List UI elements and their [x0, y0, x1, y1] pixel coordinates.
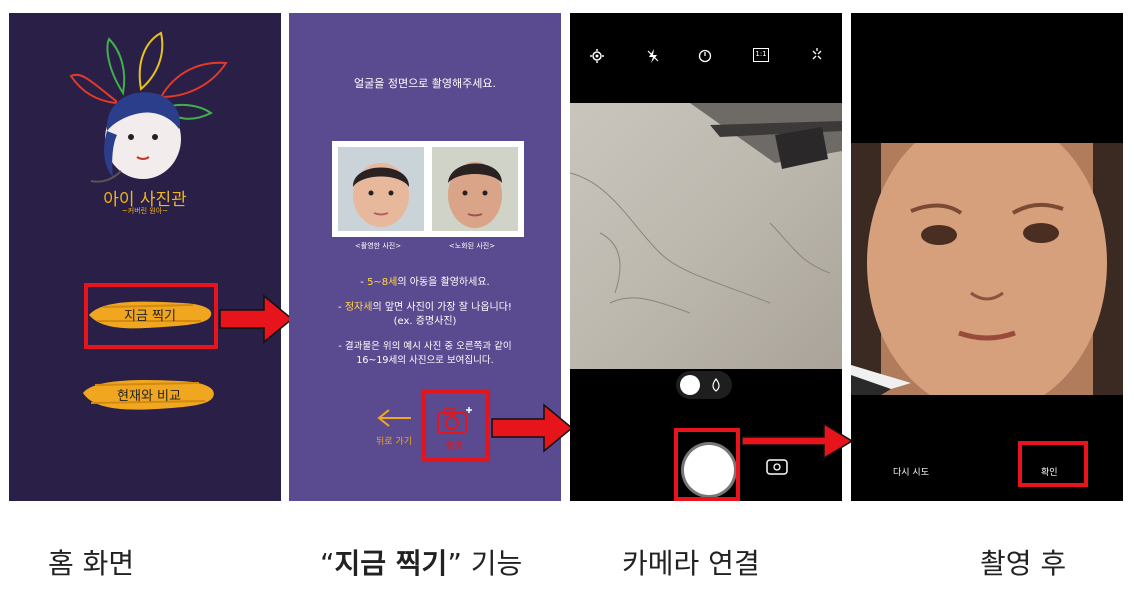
app-logo [69, 31, 228, 183]
retry-button[interactable]: 다시 시도 [893, 465, 929, 478]
camera-viewfinder [570, 103, 842, 369]
caption-take-now-open-quote: “ [320, 547, 335, 580]
caption-after-shot: 촬영 후 [980, 547, 1067, 580]
tip-posture-example: (ex. 증명사진) [393, 316, 457, 327]
highlight-confirm [1018, 441, 1088, 487]
example-photo-aged [432, 147, 518, 231]
flow-arrow-1 [219, 294, 294, 344]
caption-take-now-bold: 지금 찍기 [334, 547, 448, 580]
ratio-1-1-icon[interactable]: 1:1 [753, 48, 769, 62]
flow-arrow-2 [491, 403, 574, 453]
highlight-shutter [674, 428, 740, 501]
flash-off-icon[interactable] [647, 49, 659, 63]
tip-result-line1: - 결과물은 위의 예시 사진 중 오른쪽과 같이 [338, 341, 512, 352]
captured-photo [851, 143, 1123, 395]
compare-label: 현재와 비교 [117, 389, 181, 404]
normal-lens-icon[interactable] [709, 378, 723, 392]
sparkle-icon[interactable] [810, 48, 824, 62]
back-label: 뒤로 가기 [376, 437, 412, 447]
caption-before: <촬영한 사진> [354, 242, 402, 250]
instruction-heading: 얼굴을 정면으로 촬영해주세요. [353, 77, 497, 90]
home-screen: 아이 사진관 ~커버린 원아~ 지금 찍기 현재와 비교 [9, 13, 281, 501]
example-photos [332, 141, 524, 237]
tip-age-suffix: 의 아동을 촬영하세요. [397, 277, 490, 288]
settings-icon[interactable] [590, 49, 604, 63]
caption-take-now-suffix: ” 기능 [447, 547, 523, 580]
timer-off-icon[interactable] [698, 49, 714, 63]
flow-arrow-3 [741, 422, 854, 460]
tip-result-line2: 16~19세의 사진으로 보여집니다. [356, 355, 494, 366]
back-button[interactable]: 뒤로 가기 [369, 406, 419, 456]
after-shot-screen: 다시 시도 확인 [851, 13, 1123, 501]
caption-aged: <노화된 사진> [448, 242, 496, 250]
lens-selector [676, 371, 732, 399]
wide-lens-button[interactable] [680, 375, 700, 395]
caption-home: 홈 화면 [48, 547, 135, 580]
back-arrow-icon [377, 409, 411, 427]
app-subtitle: ~커버린 원아~ [121, 207, 169, 215]
compare-button[interactable]: 현재와 비교 [79, 371, 219, 419]
highlight-shoot [422, 389, 490, 462]
caption-camera: 카메라 연결 [622, 547, 760, 580]
tip-age: - 5~8세의 아동을 촬영하세요. [289, 273, 561, 288]
tip-posture: - 정자세의 앞면 사진이 가장 잘 나옵니다! [289, 298, 561, 313]
highlight-take-now [84, 283, 218, 349]
tip-age-highlight: 5~8세 [367, 277, 398, 288]
caption-take-now: “지금 찍기” 기능 [320, 542, 522, 582]
ratio-label: 1:1 [755, 50, 767, 58]
example-photo-before [338, 147, 424, 231]
